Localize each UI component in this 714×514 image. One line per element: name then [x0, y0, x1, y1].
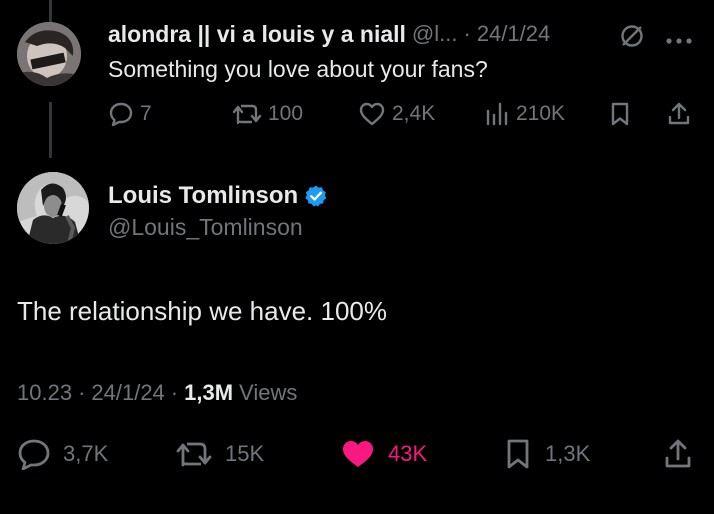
views-icon	[486, 102, 508, 126]
author-name[interactable]: alondra || vi a louis y a niall	[108, 21, 406, 48]
separator: ·	[78, 380, 86, 405]
retweet-icon	[232, 104, 262, 125]
bookmark-button[interactable]	[608, 100, 632, 128]
separator: ·	[170, 380, 179, 405]
views-button[interactable]: 210K	[484, 100, 565, 128]
verified-badge-icon	[305, 185, 327, 207]
avatar[interactable]	[17, 22, 81, 86]
views-count[interactable]: 1,3M	[184, 380, 233, 406]
tweet-time[interactable]: 10.23	[17, 380, 72, 406]
thread-line	[49, 102, 52, 158]
separator: ·	[463, 21, 471, 46]
quoted-tweet-text: Something you love about your fans?	[108, 56, 488, 82]
like-button[interactable]: 43K	[340, 438, 427, 470]
share-button[interactable]	[666, 100, 692, 128]
reply-icon	[109, 102, 133, 127]
tweet-text: The relationship we have. 100%	[17, 296, 388, 326]
retweet-icon	[176, 442, 212, 467]
share-button[interactable]	[662, 438, 694, 470]
reply-icon	[18, 439, 50, 470]
views-count: 210K	[516, 102, 566, 125]
bookmark-icon	[507, 439, 529, 469]
heart-icon	[359, 102, 385, 126]
thread-line	[49, 0, 52, 22]
tweet-metadata: 10.23 · 24/1/24 · 1,3M Views	[17, 380, 297, 406]
reply-count: 7	[140, 102, 152, 125]
tweet-date[interactable]: 24/1/24	[91, 380, 164, 406]
bookmark-icon	[611, 102, 629, 126]
heart-icon	[343, 441, 373, 467]
tweet-author-row: Louis Tomlinson	[108, 182, 328, 210]
views-label: Views	[239, 380, 298, 405]
reply-button[interactable]: 3,7K	[17, 438, 108, 470]
author-handle[interactable]: @Louis_Tomlinson	[108, 214, 303, 241]
bookmark-count: 1,3K	[545, 441, 591, 466]
mute-icon[interactable]	[619, 23, 645, 49]
avatar[interactable]	[17, 172, 89, 244]
author-name[interactable]: Louis Tomlinson	[108, 182, 298, 210]
retweet-count: 15K	[225, 441, 265, 466]
more-icon[interactable]	[664, 32, 694, 44]
tweet-date[interactable]: 24/1/24	[477, 21, 550, 47]
like-count: 43K	[388, 441, 428, 466]
retweet-button[interactable]: 100	[232, 100, 303, 128]
retweet-button[interactable]: 15K	[175, 438, 264, 470]
reply-button[interactable]: 7	[108, 100, 152, 128]
quoted-tweet-header: alondra || vi a louis y a niall @l... · …	[108, 20, 550, 48]
share-icon	[665, 439, 691, 468]
like-count: 2,4K	[392, 102, 436, 125]
author-handle[interactable]: @l...	[412, 21, 458, 47]
retweet-count: 100	[268, 102, 304, 125]
reply-count: 3,7K	[63, 441, 109, 466]
bookmark-button[interactable]: 1,3K	[503, 438, 590, 470]
like-button[interactable]: 2,4K	[358, 100, 435, 128]
share-icon	[668, 102, 690, 125]
